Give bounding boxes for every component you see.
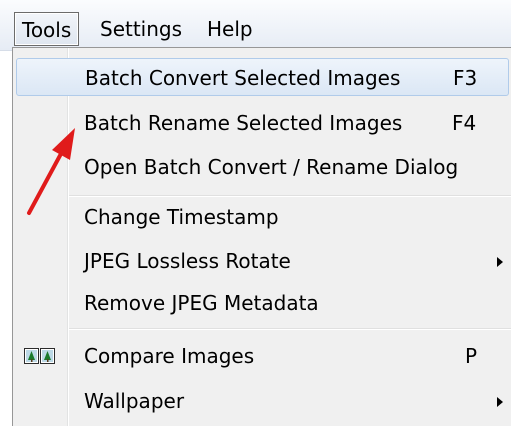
menu-item-label: Change Timestamp xyxy=(84,205,279,229)
tools-dropdown-menu: Batch Convert Selected Images F3 Batch R… xyxy=(12,47,511,426)
menu-item-label: Wallpaper xyxy=(84,389,185,413)
menu-item-change-timestamp[interactable]: Change Timestamp xyxy=(13,198,511,236)
menu-item-label: Remove JPEG Metadata xyxy=(84,291,319,315)
menu-item-shortcut: P xyxy=(465,344,478,368)
menu-item-label: JPEG Lossless Rotate xyxy=(84,249,291,273)
menu-settings[interactable]: Settings xyxy=(93,12,189,46)
menu-item-shortcut: F4 xyxy=(452,111,477,135)
menu-tools[interactable]: Tools xyxy=(14,12,80,46)
menu-item-wallpaper[interactable]: Wallpaper xyxy=(13,382,511,420)
submenu-arrow-icon xyxy=(497,257,503,267)
submenu-arrow-icon xyxy=(497,397,503,407)
menu-item-compare-images[interactable]: Compare Images P xyxy=(13,337,511,375)
menu-item-batch-rename[interactable]: Batch Rename Selected Images F4 xyxy=(13,104,511,142)
menu-item-label: Batch Rename Selected Images xyxy=(84,111,403,135)
menu-bar: Tools Settings Help xyxy=(0,0,511,51)
menu-item-jpeg-lossless-rotate[interactable]: JPEG Lossless Rotate xyxy=(13,242,511,280)
menu-separator xyxy=(69,328,511,330)
menu-item-shortcut: F3 xyxy=(453,66,478,90)
menu-item-batch-convert[interactable]: Batch Convert Selected Images F3 xyxy=(16,58,509,96)
menu-help[interactable]: Help xyxy=(200,12,260,46)
compare-images-icon xyxy=(24,348,55,364)
menu-item-label: Compare Images xyxy=(84,344,255,368)
menu-item-label: Batch Convert Selected Images xyxy=(85,66,401,90)
menu-item-label: Open Batch Convert / Rename Dialog xyxy=(84,155,459,179)
menu-item-open-batch-dialog[interactable]: Open Batch Convert / Rename Dialog xyxy=(13,148,511,186)
menu-item-remove-jpeg-metadata[interactable]: Remove JPEG Metadata xyxy=(13,284,511,322)
menu-separator xyxy=(69,195,511,197)
